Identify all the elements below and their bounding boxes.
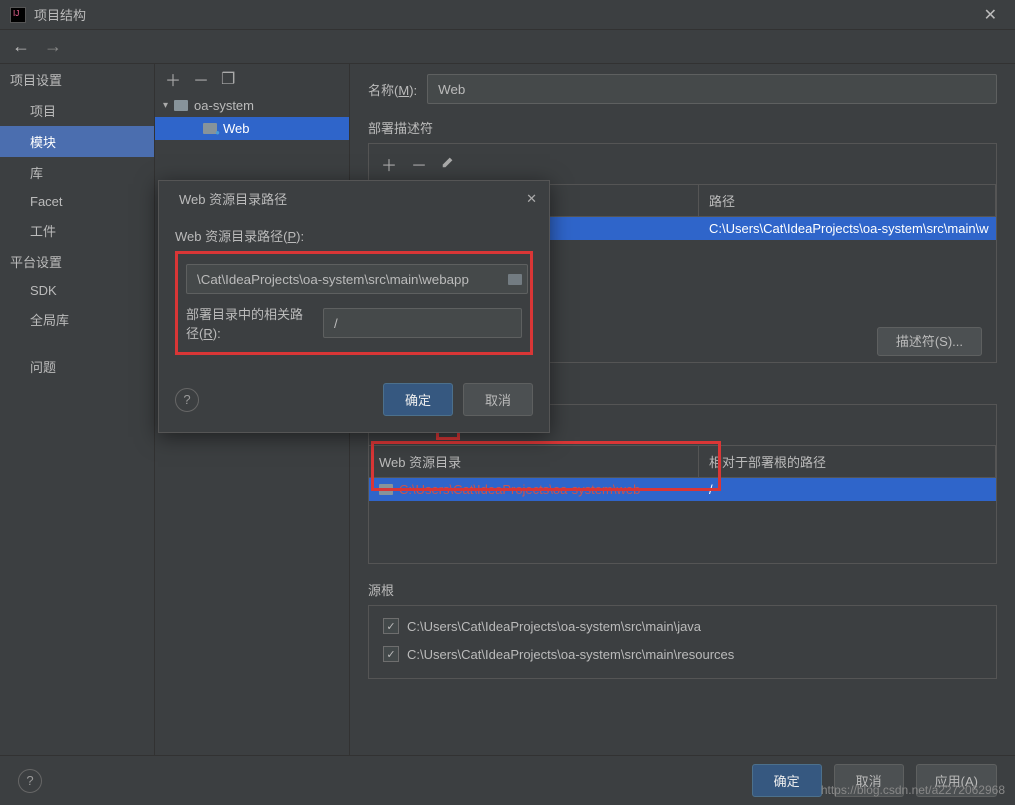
forward-icon[interactable]: → xyxy=(42,34,64,59)
dialog-title: Web 资源目录路径 xyxy=(179,189,287,208)
name-input[interactable] xyxy=(427,74,997,104)
sidebar-item-project[interactable]: 项目 xyxy=(0,95,154,126)
resource-path-input[interactable] xyxy=(186,264,528,294)
copy-icon[interactable]: ❐ xyxy=(221,69,235,89)
resdir-row-rel: / xyxy=(699,478,996,501)
watermark: https://blog.csdn.net/a2272062968 xyxy=(821,783,1005,797)
sidebar-item-sdk[interactable]: SDK xyxy=(0,277,154,304)
tree-node-web[interactable]: Web xyxy=(155,117,349,140)
sidebar-group: 项目设置 xyxy=(0,64,154,95)
deploy-col-path: 路径 xyxy=(699,185,996,216)
tree-node-label: oa-system xyxy=(194,98,254,113)
tree-node-root[interactable]: ▾ oa-system xyxy=(155,94,349,117)
bottom-bar: ? 确定 取消 应用(A) xyxy=(0,755,1015,805)
sidebar-item-modules[interactable]: 模块 xyxy=(0,126,154,157)
resdir-row[interactable]: C:\Users\Cat\IdeaProjects\oa-system\web … xyxy=(369,478,996,501)
dialog-cancel-button[interactable]: 取消 xyxy=(463,383,533,416)
add-icon[interactable]: ＋ xyxy=(381,152,397,176)
relative-path-input[interactable] xyxy=(323,308,522,338)
title-bar: 项目结构 ✕ xyxy=(0,0,1015,30)
source-root-item[interactable]: ✓ C:\Users\Cat\IdeaProjects\oa-system\sr… xyxy=(371,612,994,640)
resdir-col2: 相对于部署根的路径 xyxy=(699,446,996,477)
remove-icon[interactable]: － xyxy=(411,152,427,176)
add-descriptor-button[interactable]: 描述符(S)... xyxy=(877,327,982,356)
folder-icon xyxy=(174,100,188,111)
remove-icon[interactable]: － xyxy=(193,67,209,91)
ok-button[interactable]: 确定 xyxy=(752,764,822,797)
deploy-row-path: C:\Users\Cat\IdeaProjects\oa-system\src\… xyxy=(699,217,996,240)
add-icon[interactable]: ＋ xyxy=(165,67,181,91)
edit-icon[interactable] xyxy=(441,155,455,174)
source-roots-section: ✓ C:\Users\Cat\IdeaProjects\oa-system\sr… xyxy=(368,605,997,679)
window-title: 项目结构 xyxy=(34,5,976,24)
rel-path-label: 部署目录中的相关路径(R): xyxy=(186,304,315,342)
folder-icon xyxy=(379,484,393,495)
source-root-path: C:\Users\Cat\IdeaProjects\oa-system\src\… xyxy=(407,619,701,634)
sidebar-group: 平台设置 xyxy=(0,246,154,277)
resdir-col1: Web 资源目录 xyxy=(369,446,699,477)
close-icon[interactable]: ✕ xyxy=(976,5,1005,25)
source-root-path: C:\Users\Cat\IdeaProjects\oa-system\src\… xyxy=(407,647,734,662)
dialog-ok-button[interactable]: 确定 xyxy=(383,383,453,416)
chevron-down-icon: ▾ xyxy=(163,100,168,111)
browse-icon[interactable] xyxy=(508,274,522,285)
checkbox-icon: ✓ xyxy=(383,618,399,634)
app-icon xyxy=(10,7,26,23)
name-label: 名称(M): xyxy=(368,80,417,99)
sidebar-item-artifacts[interactable]: 工件 xyxy=(0,215,154,246)
checkbox-icon: ✓ xyxy=(383,646,399,662)
tree-node-label: Web xyxy=(223,121,250,136)
help-button[interactable]: ? xyxy=(18,769,42,793)
source-root-item[interactable]: ✓ C:\Users\Cat\IdeaProjects\oa-system\sr… xyxy=(371,640,994,668)
web-resource-path-dialog: Web 资源目录路径 ✕ Web 资源目录路径(P): 部署目录中的相关路径(R… xyxy=(158,180,550,433)
web-folder-icon xyxy=(203,123,217,134)
sidebar-item-problems[interactable]: 问题 xyxy=(0,351,154,382)
dialog-help-button[interactable]: ? xyxy=(175,388,199,412)
resdir-row-path: C:\Users\Cat\IdeaProjects\oa-system\web xyxy=(399,482,640,497)
back-icon[interactable]: ← xyxy=(10,34,32,59)
settings-sidebar: 项目设置 项目 模块 库 Facet 工件 平台设置 SDK 全局库 问题 xyxy=(0,64,155,755)
sidebar-item-global-libs[interactable]: 全局库 xyxy=(0,304,154,335)
source-roots-title: 源根 xyxy=(368,580,997,599)
close-icon[interactable]: ✕ xyxy=(526,191,537,207)
sidebar-item-libraries[interactable]: 库 xyxy=(0,157,154,188)
sidebar-item-facet[interactable]: Facet xyxy=(0,188,154,215)
nav-bar: ← → xyxy=(0,30,1015,64)
path-label: Web 资源目录路径(P): xyxy=(175,226,533,245)
deploy-section-title: 部署描述符 xyxy=(368,118,997,137)
tree-toolbar: ＋ － ❐ xyxy=(155,64,349,94)
